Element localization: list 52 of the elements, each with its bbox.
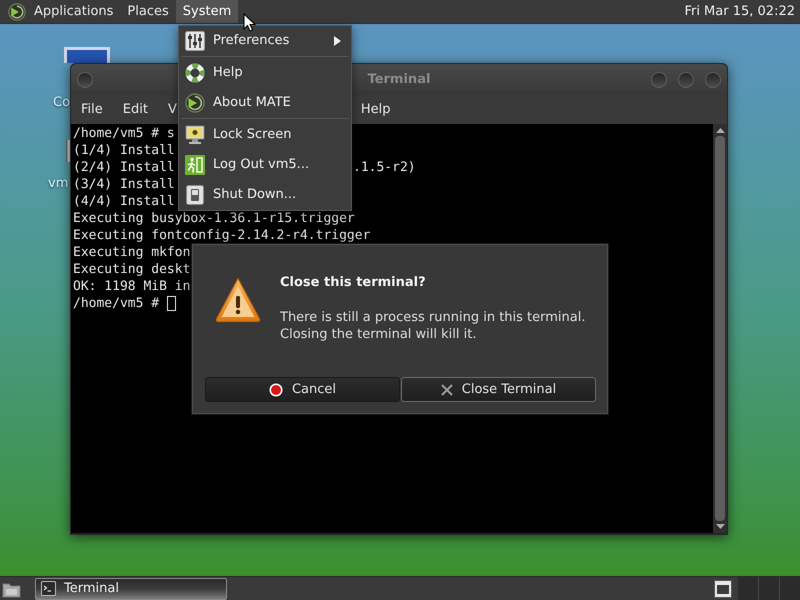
terminal-text: Executing fontconfig-2.14.2-r4.trigger [73,228,370,243]
menubar-item[interactable]: V [158,100,177,120]
terminal-text: /home/vm5 # s [73,126,175,141]
panel-menu[interactable]: Applications [27,0,120,23]
menu-item[interactable]: Log Out vm5... [179,150,351,180]
menubar-item[interactable]: File [71,100,103,120]
terminal-text: (1/4) Install [73,143,175,158]
icon-label: Co [53,95,70,111]
close-icon [440,384,453,396]
dialog-button[interactable]: Cancel [205,377,400,402]
dialog-button[interactable]: Close Terminal [401,377,596,402]
workspace-switcher[interactable] [738,577,800,600]
dialog-message: There is still a process running in this terminal. Closing the terminal will kill it. [280,309,586,343]
clock: Fri Mar 15, 02:22 [684,2,795,21]
panel-menu[interactable]: Places [120,0,176,23]
menu-item[interactable]: Help [179,58,351,88]
lifebuoy-icon [185,63,205,83]
logo-icon [185,93,205,113]
menubar-item[interactable]: Edit [112,100,148,120]
menu-item[interactable]: About MATE [179,88,351,118]
scrollbar-thumb[interactable] [715,136,725,521]
switch-icon [185,185,205,205]
terminal-text: /home/vm5 # [73,296,160,311]
terminal-text: (2/4) Install [73,160,175,175]
window-icon[interactable] [714,580,732,598]
panel-menu[interactable]: System [176,0,238,23]
sliders-icon [185,31,205,51]
terminal-text: Executing busybox-1.36.1-r15.trigger [73,211,355,226]
stop-icon [268,382,283,396]
exit-sign-icon [185,155,205,175]
dialog-title: Close this terminal? [280,274,427,292]
terminal-text: Executing mkfon [73,245,190,260]
mouse-pointer-icon [243,13,256,32]
menu-item[interactable]: Shut Down... [179,180,351,210]
menu-item[interactable]: Lock Screen [179,120,351,150]
terminal-icon [41,581,56,596]
window-title: Terminal [368,70,430,89]
taskbar-button[interactable]: Terminal [35,578,227,600]
menu-item[interactable]: Preferences [179,26,351,56]
logo-icon[interactable] [8,2,26,20]
monitor-icon[interactable] [64,47,110,63]
terminal-text: (4/4) Install [73,194,175,209]
terminal-text: Executing deskt [73,262,190,277]
scroll-up-arrow-icon[interactable] [716,128,724,133]
terminal-text: .1.5-r2) [353,160,416,175]
scroll-down-arrow-icon[interactable] [716,524,724,529]
warning-icon [215,277,261,323]
monitor-lock-icon [185,125,205,145]
terminal-text: OK: 1198 MiB in [73,279,190,294]
menubar-item[interactable]: Help [350,100,390,120]
icon-label: vm [48,176,68,192]
terminal-text: (3/4) Install [73,177,175,192]
